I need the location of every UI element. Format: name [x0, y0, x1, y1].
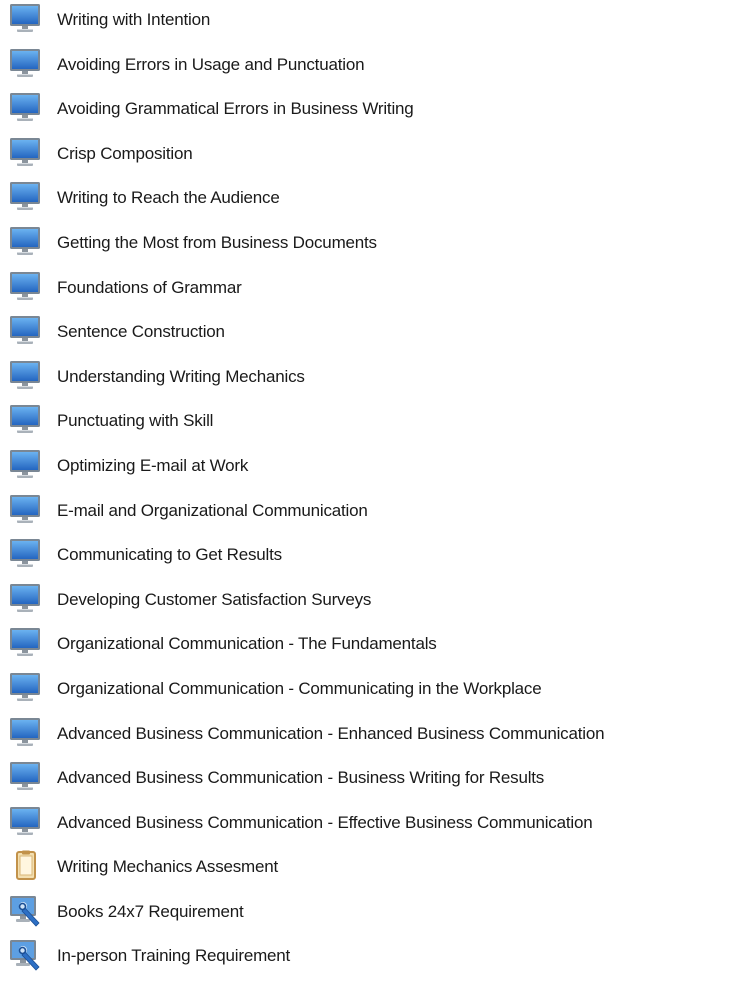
list-item[interactable]: Writing with Intention — [0, 0, 733, 45]
list-item-label: Advanced Business Communication - Enhanc… — [57, 723, 605, 743]
computer-monitor-icon — [8, 806, 48, 838]
computer-monitor-icon — [8, 761, 48, 793]
list-item[interactable]: Avoiding Grammatical Errors in Business … — [0, 89, 733, 134]
list-item-label: Advanced Business Communication - Effect… — [57, 812, 593, 832]
list-item-label: Organizational Communication - The Funda… — [57, 634, 437, 654]
list-item-label: Sentence Construction — [57, 322, 225, 342]
computer-monitor-icon — [8, 271, 48, 303]
list-item[interactable]: Advanced Business Communication - Busine… — [0, 758, 733, 803]
list-item[interactable]: Books 24x7 Requirement — [0, 892, 733, 937]
list-item[interactable]: Writing Mechanics Assesment — [0, 847, 733, 892]
list-item-label: Foundations of Grammar — [57, 277, 242, 297]
computer-monitor-icon — [8, 226, 48, 258]
document-icon — [8, 850, 48, 882]
list-item-label: Developing Customer Satisfaction Surveys — [57, 589, 372, 609]
computer-monitor-icon — [8, 627, 48, 659]
list-item[interactable]: Advanced Business Communication - Enhanc… — [0, 714, 733, 759]
list-item-label: Advanced Business Communication - Busine… — [57, 768, 545, 788]
list-item[interactable]: Understanding Writing Mechanics — [0, 357, 733, 402]
list-item-label: Avoiding Errors in Usage and Punctuation — [57, 54, 365, 74]
computer-monitor-icon — [8, 315, 48, 347]
computer-monitor-icon — [8, 3, 48, 35]
list-item-label: Crisp Composition — [57, 143, 193, 163]
computer-monitor-icon — [8, 449, 48, 481]
computer-monitor-icon — [8, 360, 48, 392]
list-item[interactable]: Writing to Reach the Audience — [0, 178, 733, 223]
list-item[interactable]: Sentence Construction — [0, 312, 733, 357]
list-item[interactable]: Advanced Business Communication - Effect… — [0, 803, 733, 848]
list-item-label: Books 24x7 Requirement — [57, 901, 244, 921]
list-item-label: Writing Mechanics Assesment — [57, 857, 279, 877]
list-item-label: Getting the Most from Business Documents — [57, 232, 377, 252]
list-item[interactable]: Organizational Communication - Communica… — [0, 669, 733, 714]
monitor-wrench-icon — [8, 895, 48, 927]
list-item[interactable]: Optimizing E-mail at Work — [0, 446, 733, 491]
computer-monitor-icon — [8, 137, 48, 169]
list-item-label: Communicating to Get Results — [57, 545, 282, 565]
list-item[interactable]: Punctuating with Skill — [0, 401, 733, 446]
list-item-label: Optimizing E-mail at Work — [57, 455, 249, 475]
computer-monitor-icon — [8, 181, 48, 213]
list-item[interactable]: Avoiding Errors in Usage and Punctuation — [0, 45, 733, 90]
computer-monitor-icon — [8, 92, 48, 124]
computer-monitor-icon — [8, 583, 48, 615]
list-item[interactable]: In-person Training Requirement — [0, 936, 733, 981]
computer-monitor-icon — [8, 404, 48, 436]
computer-monitor-icon — [8, 538, 48, 570]
list-item-label: Writing to Reach the Audience — [57, 188, 280, 208]
course-list: Writing with Intention Avoiding Errors in… — [0, 0, 733, 981]
computer-monitor-icon — [8, 717, 48, 749]
list-item-label: In-person Training Requirement — [57, 946, 291, 966]
monitor-wrench-icon — [8, 939, 48, 972]
list-item[interactable]: Communicating to Get Results — [0, 535, 733, 580]
list-item[interactable]: Developing Customer Satisfaction Surveys — [0, 580, 733, 625]
list-item-label: Understanding Writing Mechanics — [57, 366, 305, 386]
list-item[interactable]: Getting the Most from Business Documents — [0, 223, 733, 268]
list-item[interactable]: E-mail and Organizational Communication — [0, 491, 733, 536]
list-item[interactable]: Organizational Communication - The Funda… — [0, 624, 733, 669]
list-item-label: Organizational Communication - Communica… — [57, 678, 542, 698]
list-item-label: Avoiding Grammatical Errors in Business … — [57, 99, 414, 119]
list-item[interactable]: Crisp Composition — [0, 134, 733, 179]
computer-monitor-icon — [8, 48, 48, 80]
list-item-label: E-mail and Organizational Communication — [57, 500, 368, 520]
list-item-label: Writing with Intention — [57, 10, 211, 29]
list-item[interactable]: Foundations of Grammar — [0, 268, 733, 313]
list-item-label: Punctuating with Skill — [57, 411, 214, 431]
computer-monitor-icon — [8, 672, 48, 704]
computer-monitor-icon — [8, 494, 48, 526]
